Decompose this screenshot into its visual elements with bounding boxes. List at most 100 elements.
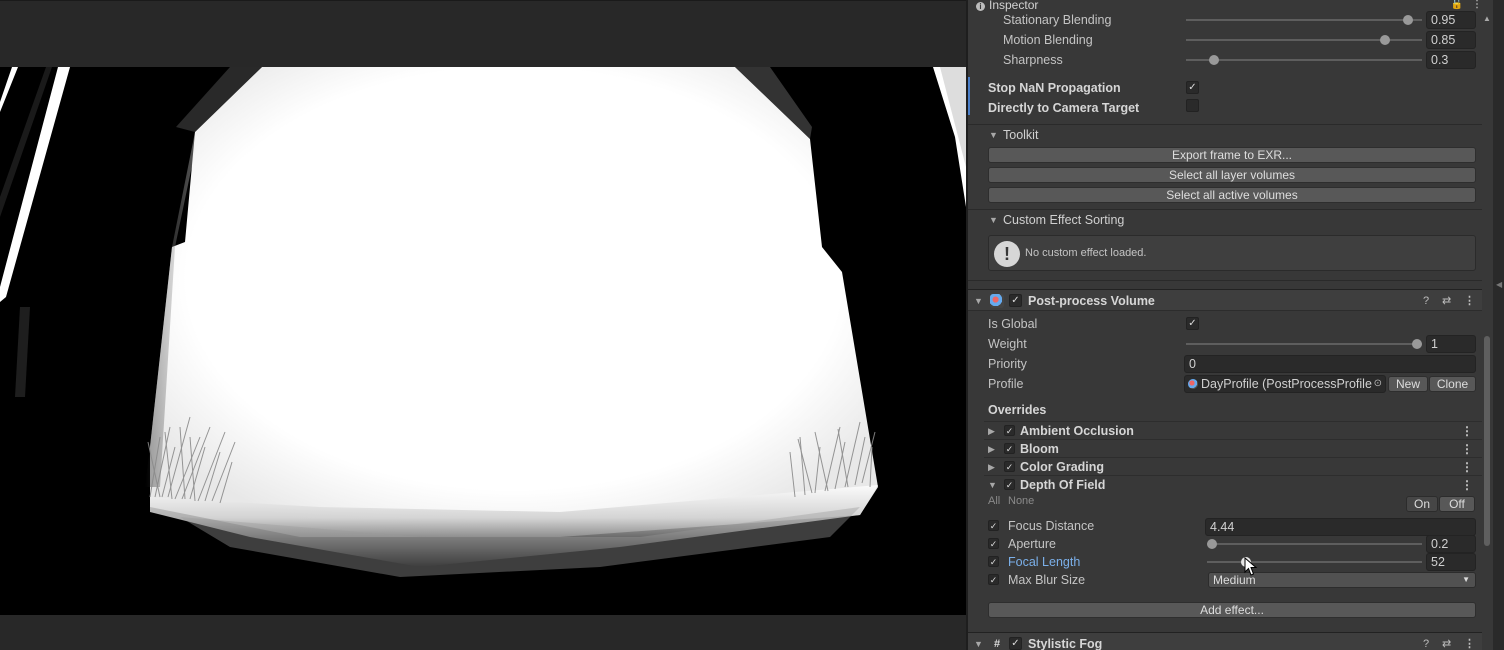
stop-nan-checkbox[interactable]: ✓ [1186,81,1199,94]
ppv-component-header[interactable]: ▼ ✓ Post-process Volume ? ⇄ ⋮ [968,289,1482,311]
component-menu-icon[interactable]: ⋮ [1464,633,1475,650]
inspector-scrollbar[interactable]: ▲ [1482,14,1492,650]
priority-field[interactable]: 0 [1184,355,1476,373]
max-blur-dropdown[interactable]: Medium ▼ [1208,572,1476,588]
component-menu-icon[interactable]: ⋮ [1464,290,1475,312]
toolkit-header[interactable]: ▼ Toolkit [968,124,1482,144]
focus-distance-override-checkbox[interactable]: ✓ [988,520,999,531]
scene-canvas[interactable] [0,67,966,615]
export-exr-button[interactable]: Export frame to EXR... [988,147,1476,163]
select-layer-volumes-button[interactable]: Select all layer volumes [988,167,1476,183]
profile-new-button[interactable]: New [1388,376,1428,392]
help-icon[interactable]: ? [1423,633,1429,650]
stop-nan-row: Stop NaN Propagation ✓ [968,78,1482,98]
weight-row: Weight 1 [968,334,1482,354]
max-blur-label: Max Blur Size [1008,573,1086,587]
ppv-enabled-checkbox[interactable]: ✓ [1009,294,1022,307]
stylistic-fog-header[interactable]: ▼ # ✓ Stylistic Fog ? ⇄ ⋮ [968,632,1482,650]
max-blur-value: Medium [1213,573,1256,587]
motion-blending-row: Motion Blending 0.85 [968,30,1482,50]
stationary-blending-label: Stationary Blending [1003,13,1112,27]
is-global-checkbox[interactable]: ✓ [1186,317,1199,330]
override-color-grading[interactable]: ▶ ✓ Color Grading ⋮ [984,457,1482,475]
override-checkbox[interactable]: ✓ [1004,425,1015,436]
override-checkbox[interactable]: ✓ [1004,443,1015,454]
stationary-blending-track[interactable] [1186,19,1422,21]
profile-clone-button[interactable]: Clone [1429,376,1476,392]
aperture-label: Aperture [1008,537,1056,551]
select-none-link[interactable]: None [1008,494,1034,508]
weight-track[interactable] [1186,343,1422,345]
collapse-icon[interactable]: ▼ [988,476,997,494]
override-menu-icon[interactable]: ⋮ [1461,440,1473,458]
override-checkbox[interactable]: ✓ [1004,461,1015,472]
stationary-blending-row: Stationary Blending 0.95 [968,10,1482,30]
add-effect-button[interactable]: Add effect... [988,602,1476,618]
max-blur-override-checkbox[interactable]: ✓ [988,574,999,585]
override-menu-icon[interactable]: ⋮ [1461,422,1473,440]
override-checkbox[interactable]: ✓ [1004,479,1015,490]
toolkit-expand-icon: ▼ [989,130,998,140]
weight-field[interactable]: 1 [1426,335,1476,353]
override-depth-of-field[interactable]: ▼ ✓ Depth Of Field ⋮ [984,475,1482,493]
motion-blending-field[interactable]: 0.85 [1426,31,1476,49]
focal-length-track[interactable] [1207,561,1422,563]
sharpness-track[interactable] [1186,59,1422,61]
sharpness-knob[interactable] [1209,55,1219,65]
focal-length-override-checkbox[interactable]: ✓ [988,556,999,567]
select-all-link[interactable]: All [988,494,1000,508]
select-active-volumes-button[interactable]: Select all active volumes [988,187,1476,203]
override-menu-icon[interactable]: ⋮ [1461,476,1473,494]
focus-distance-row: ✓ Focus Distance 4.44 [968,516,1482,536]
expand-icon[interactable]: ▶ [988,458,995,476]
override-name: Depth Of Field [1020,478,1106,492]
fog-enabled-checkbox[interactable]: ✓ [1009,637,1022,650]
ppv-expand-icon[interactable]: ▼ [974,290,983,312]
dof-on-button[interactable]: On [1406,496,1438,512]
custom-sorting-expand-icon: ▼ [989,215,998,225]
aperture-knob[interactable] [1207,539,1217,549]
divider [968,280,1482,281]
dock-arrow-icon[interactable]: ◀ [1496,280,1502,289]
inspector-panel: i Inspector 🔓 ⋮ Stationary Blending 0.95 … [966,0,1504,650]
custom-sorting-helpbox: ! No custom effect loaded. [988,235,1476,271]
scene-view[interactable] [0,0,966,650]
scroll-thumb[interactable] [1484,336,1490,546]
weight-knob[interactable] [1412,339,1422,349]
post-process-volume-icon [990,294,1004,308]
help-icon[interactable]: ? [1423,290,1429,312]
profile-field[interactable]: DayProfile (PostProcessProfile) ⊙ [1184,375,1386,393]
priority-label: Priority [988,357,1027,371]
lock-icon[interactable]: 🔓 [1451,0,1463,10]
overrides-row: Overrides [968,400,1482,420]
kebab-menu-icon[interactable]: ⋮ [1472,0,1482,10]
scene-render [0,67,966,615]
override-ambient-occlusion[interactable]: ▶ ✓ Ambient Occlusion ⋮ [984,421,1482,439]
override-menu-icon[interactable]: ⋮ [1461,458,1473,476]
scroll-up-arrow-icon[interactable]: ▲ [1483,15,1491,23]
dof-off-button[interactable]: Off [1439,496,1475,512]
overrides-label: Overrides [988,403,1047,417]
preset-icon[interactable]: ⇄ [1442,633,1451,650]
focal-length-knob[interactable] [1241,557,1251,567]
sharpness-field[interactable]: 0.3 [1426,51,1476,69]
stationary-blending-knob[interactable] [1403,15,1413,25]
stationary-blending-field[interactable]: 0.95 [1426,11,1476,29]
direct-camera-label: Directly to Camera Target [988,101,1140,115]
override-bloom[interactable]: ▶ ✓ Bloom ⋮ [984,439,1482,457]
focal-length-field[interactable]: 52 [1426,553,1476,571]
stop-nan-label: Stop NaN Propagation [988,81,1121,95]
expand-icon[interactable]: ▶ [988,422,995,440]
custom-sorting-header[interactable]: ▼ Custom Effect Sorting [968,209,1482,229]
aperture-track[interactable] [1207,543,1422,545]
direct-camera-checkbox[interactable] [1186,99,1199,112]
expand-icon[interactable]: ▶ [988,440,995,458]
fog-expand-icon[interactable]: ▼ [974,633,983,650]
aperture-override-checkbox[interactable]: ✓ [988,538,999,549]
scene-toolbar [0,0,966,67]
motion-blending-knob[interactable] [1380,35,1390,45]
object-picker-icon[interactable]: ⊙ [1371,376,1382,392]
aperture-field[interactable]: 0.2 [1426,535,1476,553]
custom-sorting-message: No custom effect loaded. [1025,247,1147,259]
preset-icon[interactable]: ⇄ [1442,290,1451,312]
